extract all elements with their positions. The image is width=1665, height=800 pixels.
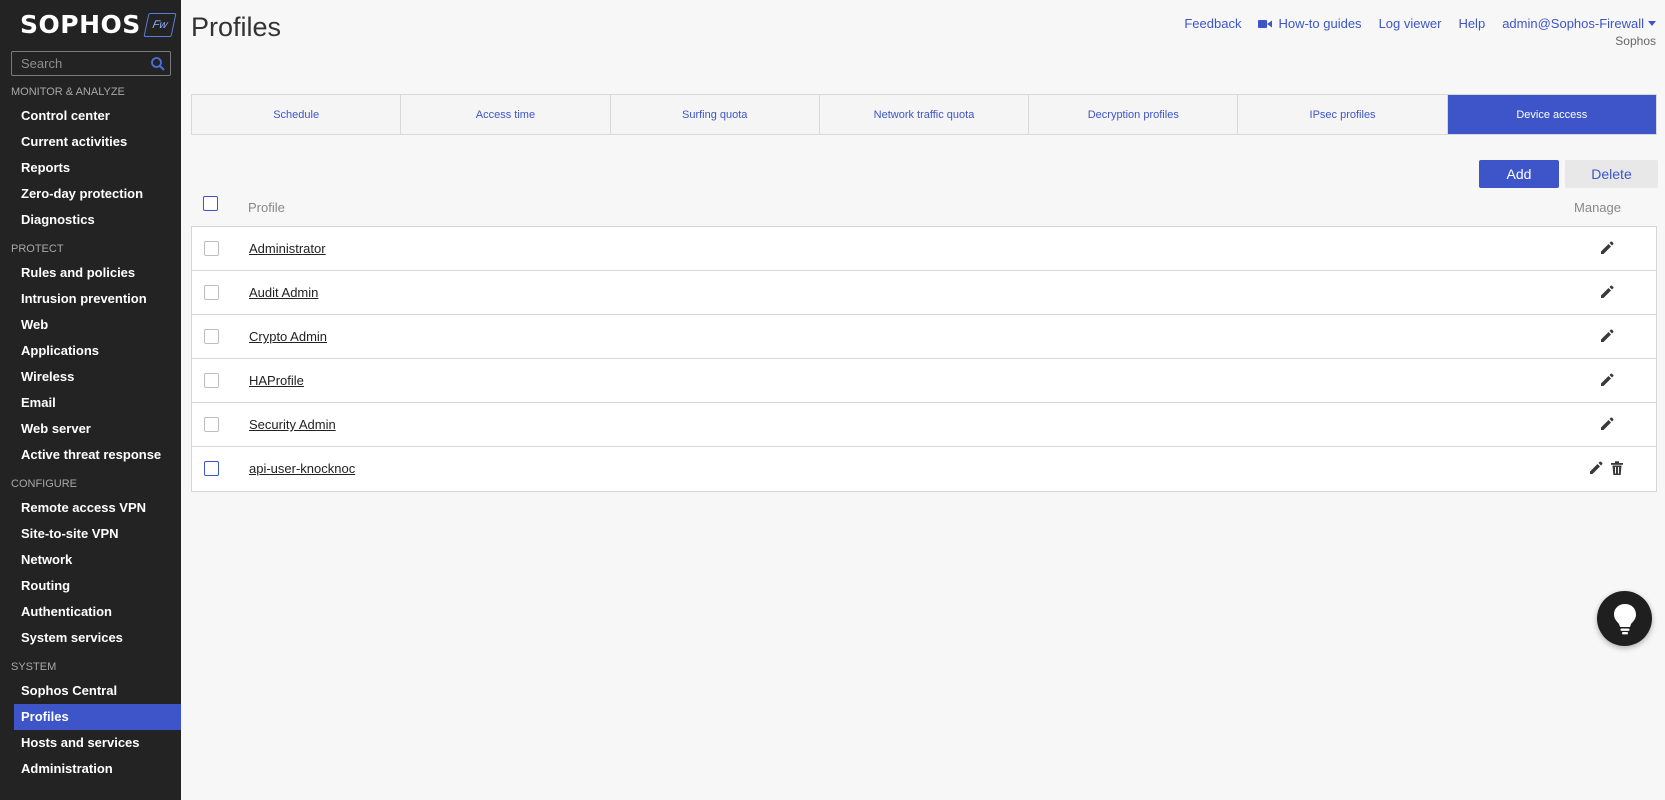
table-header: Profile Manage <box>191 196 1657 226</box>
sophos-logo[interactable]: SOPHOS Fw <box>20 10 177 39</box>
search-icon[interactable] <box>150 56 166 72</box>
sidebar-section-label: SYSTEM <box>11 661 57 673</box>
search-input[interactable] <box>12 52 170 75</box>
pencil-icon[interactable] <box>1599 372 1615 388</box>
pencil-icon[interactable] <box>1599 240 1615 256</box>
profile-name-link[interactable]: Administrator <box>249 241 326 256</box>
row-checkbox[interactable] <box>204 241 219 256</box>
tab-schedule[interactable]: Schedule <box>192 95 402 134</box>
tab-network-traffic-quota[interactable]: Network traffic quota <box>820 95 1030 134</box>
tab-access-time[interactable]: Access time <box>401 95 611 134</box>
select-all-checkbox[interactable] <box>203 196 218 211</box>
sidebar-nav: MONITOR & ANALYZE Control center Current a… <box>0 84 181 782</box>
org-name: Sophos <box>1615 34 1656 48</box>
table-row: api-user-knocknoc <box>192 447 1656 491</box>
row-checkbox[interactable] <box>204 373 219 388</box>
chevron-down-icon <box>1648 21 1656 26</box>
sidebar-item-current-activities[interactable]: Current activities <box>0 129 181 155</box>
table-row: Audit Admin <box>192 271 1656 315</box>
sidebar-item-system-services[interactable]: System services <box>0 625 181 651</box>
sidebar: SOPHOS Fw MONITOR & ANALYZE Control cente… <box>0 0 181 800</box>
howto-label: How-to guides <box>1278 16 1362 31</box>
sidebar-item-intrusion-prevention[interactable]: Intrusion prevention <box>0 286 181 312</box>
trash-icon[interactable] <box>1609 460 1625 476</box>
tab-ipsec-profiles[interactable]: IPsec profiles <box>1238 95 1448 134</box>
page-title: Profiles <box>191 12 282 42</box>
table-row: Administrator <box>192 227 1656 271</box>
user-menu[interactable]: admin@Sophos-Firewall <box>1502 16 1656 31</box>
sidebar-section-label: PROTECT <box>11 243 64 255</box>
row-checkbox[interactable] <box>204 329 219 344</box>
sidebar-item-wireless[interactable]: Wireless <box>0 364 181 390</box>
pencil-icon[interactable] <box>1599 416 1615 432</box>
search-box <box>11 51 171 76</box>
sidebar-item-profiles[interactable]: Profiles <box>14 704 181 730</box>
sidebar-item-rules-and-policies[interactable]: Rules and policies <box>0 260 181 286</box>
pencil-icon[interactable] <box>1599 328 1615 344</box>
logo-text: SOPHOS <box>20 10 141 39</box>
row-checkbox[interactable] <box>204 417 219 432</box>
pencil-icon[interactable] <box>1588 460 1604 476</box>
tab-surfing-quota[interactable]: Surfing quota <box>611 95 820 134</box>
video-camera-icon <box>1258 19 1273 28</box>
feedback-link[interactable]: Feedback <box>1184 16 1241 31</box>
sidebar-item-diagnostics[interactable]: Diagnostics <box>0 207 181 233</box>
column-header-manage: Manage <box>1574 200 1621 215</box>
add-button[interactable]: Add <box>1479 160 1559 188</box>
sidebar-item-web-server[interactable]: Web server <box>0 416 181 442</box>
profile-name-link[interactable]: Crypto Admin <box>249 329 327 344</box>
column-header-profile[interactable]: Profile <box>248 200 285 215</box>
sidebar-item-remote-access-vpn[interactable]: Remote access VPN <box>0 495 181 521</box>
profile-name-link[interactable]: Audit Admin <box>249 285 318 300</box>
sidebar-item-site-to-site-vpn[interactable]: Site-to-site VPN <box>0 521 181 547</box>
sidebar-item-control-center[interactable]: Control center <box>0 103 181 129</box>
sidebar-item-web[interactable]: Web <box>0 312 181 338</box>
table-row: HAProfile <box>192 359 1656 403</box>
pencil-icon[interactable] <box>1599 284 1615 300</box>
lightbulb-icon <box>1613 603 1636 634</box>
header-links: Feedback How-to guides Log viewer Help a… <box>1167 16 1656 31</box>
table-row: Security Admin <box>192 403 1656 447</box>
profiles-table: Administrator Audit Admin Crypto Admin HAPr… <box>191 226 1657 492</box>
table-row: Crypto Admin <box>192 315 1656 359</box>
firewall-badge: Fw <box>143 12 177 37</box>
sidebar-item-active-threat-response[interactable]: Active threat response <box>0 442 181 468</box>
sidebar-item-reports[interactable]: Reports <box>0 155 181 181</box>
sidebar-item-email[interactable]: Email <box>0 390 181 416</box>
tab-device-access[interactable]: Device access <box>1447 95 1656 134</box>
row-checkbox[interactable] <box>204 285 219 300</box>
sidebar-section-label: CONFIGURE <box>11 478 77 490</box>
help-link[interactable]: Help <box>1458 16 1485 31</box>
sidebar-item-hosts-and-services[interactable]: Hosts and services <box>0 730 181 756</box>
delete-button[interactable]: Delete <box>1565 160 1658 188</box>
profile-name-link[interactable]: HAProfile <box>249 373 304 388</box>
howto-link[interactable]: How-to guides <box>1258 16 1362 31</box>
sidebar-item-authentication[interactable]: Authentication <box>0 599 181 625</box>
sidebar-item-sophos-central[interactable]: Sophos Central <box>0 678 181 704</box>
tab-decryption-profiles[interactable]: Decryption profiles <box>1029 95 1239 134</box>
sidebar-item-zero-day-protection[interactable]: Zero-day protection <box>0 181 181 207</box>
sidebar-item-administration[interactable]: Administration <box>0 756 181 782</box>
sidebar-item-network[interactable]: Network <box>0 547 181 573</box>
help-assistant-button[interactable] <box>1597 591 1652 646</box>
row-checkbox[interactable] <box>204 461 219 476</box>
sidebar-item-applications[interactable]: Applications <box>0 338 181 364</box>
profile-name-link[interactable]: Security Admin <box>249 417 336 432</box>
user-name: admin@Sophos-Firewall <box>1502 16 1644 31</box>
profile-tabs: Schedule Access time Surfing quota Network … <box>191 94 1657 135</box>
sidebar-section-label: MONITOR & ANALYZE <box>11 86 125 98</box>
sidebar-item-routing[interactable]: Routing <box>0 573 181 599</box>
log-viewer-link[interactable]: Log viewer <box>1379 16 1442 31</box>
profile-name-link[interactable]: api-user-knocknoc <box>249 461 355 476</box>
